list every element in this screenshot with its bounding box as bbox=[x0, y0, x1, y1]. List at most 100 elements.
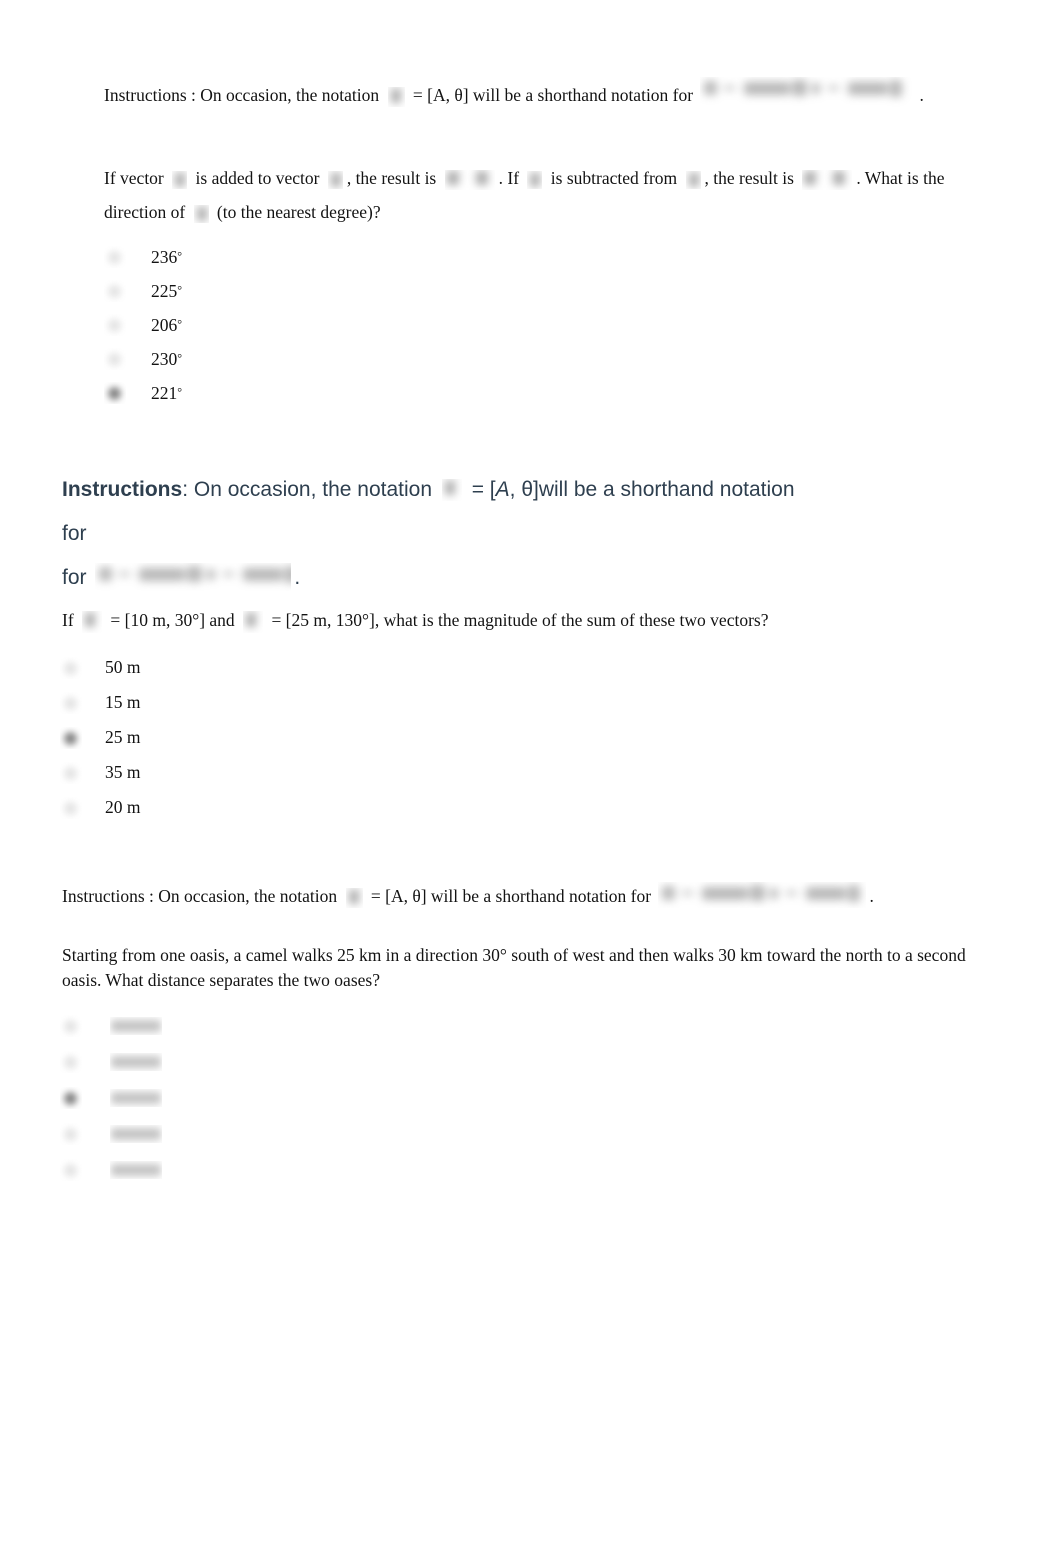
q2-instructions-trailing: . bbox=[294, 566, 301, 589]
q3-option-2-label bbox=[110, 1053, 162, 1071]
q2-option-5[interactable]: 20 m bbox=[60, 790, 141, 825]
q1-instructions: Instructions : On occasion, the notation… bbox=[104, 77, 984, 112]
radio-button-selected-icon[interactable] bbox=[60, 1087, 82, 1109]
vector-e-icon bbox=[686, 171, 701, 189]
radio-button-icon[interactable] bbox=[60, 692, 82, 714]
q2-instructions-text-before: On occasion, the notation bbox=[193, 478, 438, 501]
q1-instructions-text-after: = [A, θ] will be a shorthand notation fo… bbox=[408, 85, 698, 105]
q3-option-3[interactable] bbox=[60, 1080, 162, 1116]
radio-button-icon[interactable] bbox=[104, 280, 126, 302]
vector-a-icon bbox=[388, 87, 405, 107]
vector-b-icon bbox=[172, 171, 188, 189]
q1-text-3: , the result is bbox=[346, 168, 441, 188]
radio-button-selected-icon[interactable] bbox=[60, 727, 82, 749]
q1-option-5[interactable]: 221° bbox=[104, 376, 182, 410]
radio-button-icon[interactable] bbox=[60, 762, 82, 784]
q2-text-2: = [10 m, 30°] and bbox=[106, 610, 240, 630]
q3-option-1[interactable] bbox=[60, 1008, 162, 1044]
vector-a-icon bbox=[82, 611, 102, 633]
radio-button-icon[interactable] bbox=[60, 1051, 82, 1073]
q2-instructions-comma: , bbox=[509, 478, 522, 501]
q3-instructions-text-after: = [A, θ] will be a shorthand notation fo… bbox=[366, 886, 656, 906]
q3-instructions-trailing: . bbox=[869, 886, 874, 906]
vector-f-icon bbox=[194, 205, 209, 223]
q3-question: Starting from one oasis, a camel walks 2… bbox=[62, 943, 997, 993]
q3-option-5[interactable] bbox=[60, 1152, 162, 1188]
q2-option-3[interactable]: 25 m bbox=[60, 720, 141, 755]
q2-option-1-label: 50 m bbox=[105, 657, 141, 677]
q1-option-1-label: 236° bbox=[151, 246, 183, 267]
q2-instructions-italic-a: A bbox=[495, 478, 510, 501]
q2-instructions-separator: : bbox=[182, 478, 194, 501]
radio-button-icon[interactable] bbox=[60, 1159, 82, 1181]
q3-instructions-label: Instructions bbox=[62, 886, 145, 906]
q1-instructions-label: Instructions bbox=[104, 85, 187, 105]
q1-option-2-label: 225° bbox=[151, 280, 183, 301]
q1-option-3[interactable]: 206° bbox=[104, 308, 182, 342]
q1-text-2: is added to vector bbox=[191, 168, 324, 188]
formula-image bbox=[700, 77, 916, 107]
q1-option-1[interactable]: 236° bbox=[104, 240, 182, 274]
q1-text-5: is subtracted from bbox=[546, 168, 682, 188]
vector-d-icon bbox=[527, 171, 543, 189]
q1-option-5-label: 221° bbox=[151, 382, 183, 403]
q2-option-4[interactable]: 35 m bbox=[60, 755, 141, 790]
formula-image bbox=[95, 563, 292, 591]
radio-button-icon[interactable] bbox=[60, 1015, 82, 1037]
vector-c-icon bbox=[328, 171, 343, 189]
document-page: Instructions : On occasion, the notation… bbox=[0, 0, 1062, 1556]
q2-instructions-theta: θ bbox=[521, 478, 534, 501]
vector-sum-icon bbox=[445, 169, 495, 190]
q2-option-3-label: 25 m bbox=[105, 727, 141, 747]
q1-option-2[interactable]: 225° bbox=[104, 274, 182, 308]
q1-question: If vector is added to vector , the resul… bbox=[104, 161, 976, 229]
q1-text-8: (to the nearest degree)? bbox=[212, 202, 381, 222]
formula-image bbox=[658, 882, 866, 908]
q3-instructions-text-before: On occasion, the notation bbox=[158, 886, 342, 906]
q1-instructions-text-before: On occasion, the notation bbox=[200, 85, 384, 105]
vector-a-icon bbox=[442, 479, 462, 501]
q2-instructions-for: for bbox=[62, 566, 93, 589]
q1-option-4-label: 230° bbox=[151, 348, 183, 369]
q2-option-1[interactable]: 50 m bbox=[60, 650, 141, 685]
q2-option-2-label: 15 m bbox=[105, 692, 141, 712]
radio-button-icon[interactable] bbox=[104, 314, 126, 336]
radio-button-icon[interactable] bbox=[60, 657, 82, 679]
q2-text-3: = [25 m, 130°], what is the magnitude of… bbox=[267, 610, 769, 630]
q2-question: If = [10 m, 30°] and = [25 m, 130°], wha… bbox=[62, 603, 942, 637]
q2-option-4-label: 35 m bbox=[105, 762, 141, 782]
radio-button-icon[interactable] bbox=[60, 1123, 82, 1145]
q3-instructions-separator: : bbox=[144, 886, 159, 906]
radio-button-icon[interactable] bbox=[104, 246, 126, 268]
q2-instructions: Instructions: On occasion, the notation … bbox=[62, 468, 822, 600]
q1-text-4: . If bbox=[498, 168, 524, 188]
q3-answer-list bbox=[60, 1008, 162, 1188]
q3-option-2[interactable] bbox=[60, 1044, 162, 1080]
q2-answer-list: 50 m 15 m 25 m 35 m 20 m bbox=[60, 650, 141, 825]
vector-a-icon bbox=[346, 888, 363, 908]
q3-instructions: Instructions : On occasion, the notation… bbox=[62, 879, 952, 913]
q2-instructions-label: Instructions bbox=[62, 478, 183, 501]
q2-option-5-label: 20 m bbox=[105, 797, 141, 817]
q3-option-4-label bbox=[110, 1125, 162, 1143]
q2-option-2[interactable]: 15 m bbox=[60, 685, 141, 720]
radio-button-icon[interactable] bbox=[104, 348, 126, 370]
q2-text-1: If bbox=[62, 610, 79, 630]
q2-instructions-eq: = [ bbox=[465, 478, 496, 501]
q1-text-6: , the result is bbox=[704, 168, 799, 188]
q3-question-line1: Starting from one oasis, a camel walks 2… bbox=[62, 945, 913, 965]
q1-instructions-trailing: . bbox=[919, 85, 924, 105]
q1-option-3-label: 206° bbox=[151, 314, 183, 335]
q1-option-4[interactable]: 230° bbox=[104, 342, 182, 376]
q1-instructions-separator: : bbox=[186, 85, 201, 105]
radio-button-selected-icon[interactable] bbox=[104, 382, 126, 404]
q1-answer-list: 236° 225° 206° 230° 221° bbox=[104, 240, 182, 410]
q3-option-5-label bbox=[110, 1161, 162, 1179]
q3-option-4[interactable] bbox=[60, 1116, 162, 1152]
vector-difference-icon bbox=[802, 169, 852, 190]
q3-option-3-label bbox=[110, 1089, 162, 1107]
q1-text-1: If vector bbox=[104, 168, 169, 188]
q3-option-1-label bbox=[110, 1017, 162, 1035]
vector-b-icon bbox=[243, 611, 263, 633]
radio-button-icon[interactable] bbox=[60, 797, 82, 819]
